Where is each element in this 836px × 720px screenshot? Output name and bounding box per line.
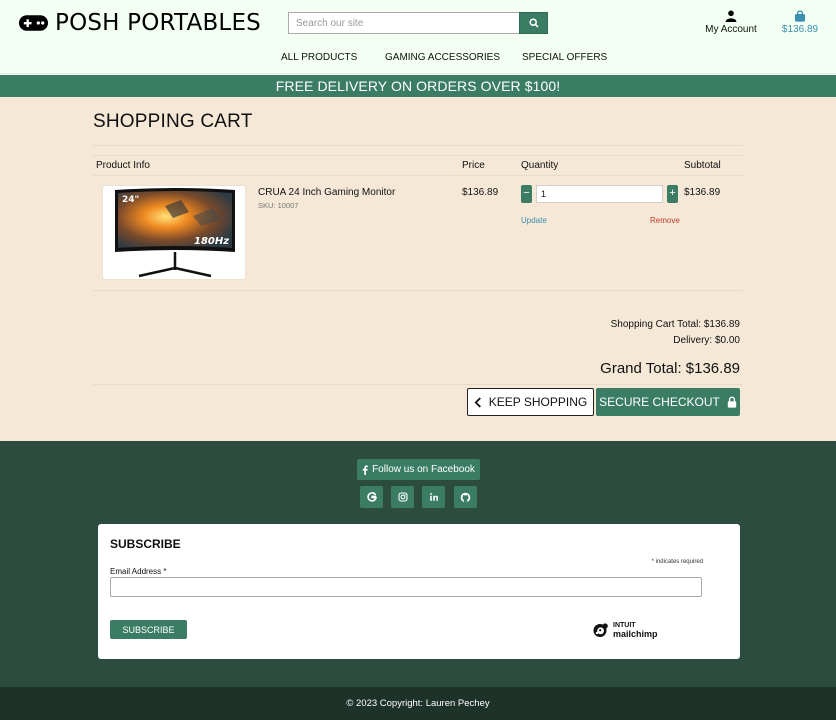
main-nav: ALL PRODUCTS GAMING ACCESSORIES SPECIAL … (0, 52, 836, 66)
keep-shopping-label: KEEP SHOPPING (488, 395, 588, 409)
secure-checkout-button[interactable]: SECURE CHECKOUT (596, 388, 740, 416)
monitor-illustration: 24" 180Hz (115, 188, 235, 278)
divider (93, 155, 743, 156)
shopping-bag-link[interactable]: $136.89 (778, 10, 822, 35)
product-price: $136.89 (462, 187, 499, 198)
brand-name: POSH PORTABLES (55, 10, 261, 36)
copyright: © 2023 Copyright: Lauren Pechey (0, 687, 836, 720)
page-title: SHOPPING CART (93, 111, 253, 132)
product-image[interactable]: 24" 180Hz (102, 185, 246, 280)
subscribe-form: SUBSCRIBE * indicates required Email Add… (98, 524, 740, 659)
secure-checkout-label: SECURE CHECKOUT (599, 395, 720, 409)
email-field[interactable] (110, 577, 702, 597)
increment-button[interactable]: + (667, 185, 678, 203)
image-refresh-label: 180Hz (194, 236, 229, 247)
chevron-left-icon (474, 396, 481, 408)
cart-total: Shopping Cart Total: $136.89 (610, 319, 740, 330)
user-icon (725, 10, 737, 22)
my-account-label: My Account (705, 24, 757, 35)
header-quantity: Quantity (521, 160, 559, 171)
header-subtotal: Subtotal (684, 160, 721, 171)
site-footer: Follow us on Facebook SUBSCRIBE * indica… (0, 441, 836, 687)
shopping-bag-icon (795, 10, 805, 22)
gamepad-icon (18, 15, 49, 31)
image-size-label: 24" (122, 195, 139, 205)
nav-special-offers[interactable]: SPECIAL OFFERS (522, 52, 607, 63)
email-label: Email Address * (110, 567, 167, 576)
google-link[interactable] (360, 486, 383, 508)
instagram-link[interactable] (391, 486, 414, 508)
quantity-stepper: − + (521, 185, 678, 203)
google-icon (366, 492, 377, 502)
mailchimp-icon (593, 623, 608, 637)
linkedin-icon (429, 492, 438, 501)
subscribe-button[interactable]: SUBSCRIBE (110, 620, 187, 639)
linkedin-link[interactable] (422, 486, 445, 508)
grand-total: Grand Total: $136.89 (600, 360, 740, 377)
product-name[interactable]: CRUA 24 Inch Gaming Monitor (258, 187, 395, 198)
update-link[interactable]: Update (521, 216, 547, 225)
subscribe-title: SUBSCRIBE (110, 537, 181, 551)
github-link[interactable] (454, 486, 477, 508)
nav-all-products[interactable]: ALL PRODUCTS (281, 52, 357, 63)
site-header: POSH PORTABLES My Account $136.89 ALL PR… (0, 0, 836, 74)
divider (93, 145, 743, 146)
keep-shopping-button[interactable]: KEEP SHOPPING (467, 388, 594, 416)
facebook-label: Follow us on Facebook (372, 464, 475, 475)
bag-total: $136.89 (781, 24, 819, 35)
divider (93, 290, 743, 291)
my-account-link[interactable]: My Account (700, 10, 762, 35)
mailchimp-badge[interactable]: INTUIT mailchimp (592, 621, 658, 639)
remove-link[interactable]: Remove (650, 216, 680, 225)
search-form (288, 12, 548, 34)
facebook-button[interactable]: Follow us on Facebook (357, 459, 480, 480)
product-sku: SKU: 10007 (258, 201, 299, 210)
quantity-input[interactable] (536, 185, 663, 203)
search-input[interactable] (288, 12, 519, 34)
required-note: * indicates required (651, 559, 703, 565)
search-icon (528, 18, 539, 28)
mailchimp-line2: mailchimp (613, 629, 658, 639)
cart-section: SHOPPING CART Product Info Price Quantit… (0, 97, 836, 441)
github-icon (460, 492, 471, 502)
instagram-icon (397, 492, 408, 502)
product-subtotal: $136.89 (684, 187, 721, 198)
delivery-cost: Delivery: $0.00 (673, 335, 740, 346)
brand-logo[interactable]: POSH PORTABLES (18, 8, 261, 38)
search-button[interactable] (519, 12, 548, 34)
divider (93, 384, 743, 385)
decrement-button[interactable]: − (521, 185, 532, 203)
divider (93, 175, 743, 176)
header-product-info: Product Info (96, 160, 150, 171)
lock-icon (727, 396, 737, 408)
facebook-icon (362, 465, 368, 475)
nav-gaming-accessories[interactable]: GAMING ACCESSORIES (385, 52, 500, 63)
header-price: Price (462, 160, 485, 171)
delivery-banner: FREE DELIVERY ON ORDERS OVER $100! (0, 75, 836, 97)
